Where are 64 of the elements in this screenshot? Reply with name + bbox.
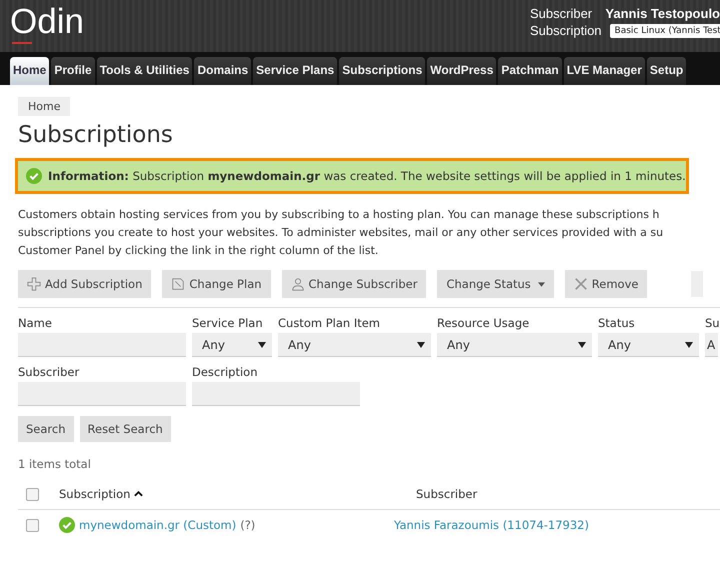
subscription-label: Subscription — [530, 23, 602, 38]
search-button[interactable]: Search — [18, 416, 74, 442]
toolbar-button[interactable]: Change Status — [437, 270, 554, 298]
plus-icon — [27, 277, 41, 291]
filter-label: Su — [705, 316, 720, 330]
breadcrumb-link[interactable]: Home — [18, 97, 70, 116]
filter-select[interactable]: Any — [598, 333, 699, 357]
dropdown-arrow-icon — [685, 342, 693, 348]
nav-tab[interactable]: Home — [10, 57, 50, 85]
nav-tab[interactable]: Domains — [194, 57, 252, 85]
dropdown-arrow-icon — [417, 342, 425, 348]
dropdown-arrow-icon — [578, 342, 586, 348]
user-icon — [290, 277, 305, 291]
nav-tab[interactable]: Service Plans — [253, 57, 338, 85]
filter-label: Name — [18, 316, 53, 330]
nav-tab[interactable]: Setup — [646, 57, 686, 85]
toolbar-button[interactable]: Change Subscriber — [282, 270, 426, 298]
check-circle-icon — [26, 168, 42, 184]
caret-icon — [538, 282, 545, 286]
toolbar-button[interactable]: Remove — [564, 270, 648, 298]
odin-logo: Odin — [10, 4, 84, 40]
description-text: Customer Panel by clicking the link in the right column of the list. — [18, 243, 380, 259]
search-button[interactable]: Reset Search — [80, 416, 171, 442]
filter-label: Service Plan — [192, 316, 264, 330]
items-total: 1 items total — [18, 457, 92, 471]
help-link[interactable]: (?) — [240, 518, 256, 532]
filter-select[interactable]: Any — [437, 333, 592, 357]
description-text: subscriptions you create to host your websites. To administer websites, mail or any other services provided with a su — [18, 225, 664, 241]
subscriber-name: Yannis Testopoulo — [605, 6, 720, 21]
column-header[interactable]: Subscriber — [416, 487, 478, 501]
filter-label: Resource Usage — [437, 316, 530, 330]
dropdown-arrow-icon — [258, 342, 266, 348]
document-pencil-icon — [171, 277, 186, 291]
row-checkbox[interactable] — [26, 518, 39, 532]
filter-input[interactable] — [18, 333, 186, 357]
page-title: Subscriptions — [18, 122, 174, 148]
logo-underline-icon — [12, 42, 32, 44]
select-all-checkbox[interactable] — [26, 488, 39, 500]
filter-select[interactable]: Any — [192, 333, 272, 357]
filter-input[interactable] — [18, 382, 186, 406]
nav-tab[interactable]: Subscriptions — [339, 57, 426, 85]
nav-tab[interactable]: Tools & Utilities — [96, 57, 192, 85]
filter-select[interactable]: A — [705, 333, 718, 357]
filter-label: Subscriber — [18, 365, 80, 379]
info-message-text: Information: Subscription mynewdomain.gr was created. The website settings will be applied in 1 minutes. — [48, 169, 686, 183]
nav-tab[interactable]: Patchman — [498, 57, 562, 85]
check-circle-icon — [59, 517, 75, 533]
toolbar-button[interactable]: Change Plan — [162, 270, 271, 298]
filter-input[interactable] — [192, 382, 360, 406]
toolbar-button[interactable]: Add Subscription — [18, 270, 152, 298]
sort-up-icon — [134, 491, 144, 497]
nav-tab[interactable]: LVE Manager — [564, 57, 645, 85]
column-header[interactable]: Subscription — [59, 487, 416, 501]
filter-label: Custom Plan Item — [278, 316, 382, 330]
subscriber-link[interactable]: Yannis Farazoumis (11074-17932) — [394, 518, 589, 532]
close-icon — [574, 277, 588, 291]
nav-tab[interactable]: WordPress — [427, 57, 496, 85]
filter-label: Description — [192, 365, 258, 379]
subscriber-label: Subscriber — [530, 6, 594, 21]
filter-label: Status — [598, 316, 636, 330]
description-text: Customers obtain hosting services from you by subscribing to a hosting plan. You can manage these subscriptions h — [18, 207, 660, 223]
subscription-link[interactable]: mynewdomain.gr (Custom) — [79, 518, 236, 532]
nav-tab[interactable]: Profile — [51, 57, 95, 85]
filter-select[interactable]: Any — [278, 333, 431, 357]
